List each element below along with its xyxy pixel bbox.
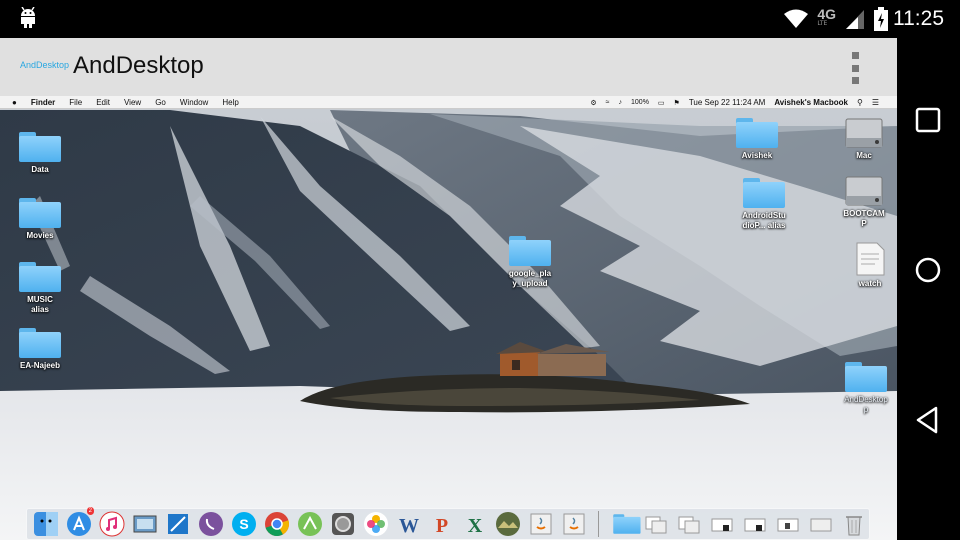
dock-finder-icon[interactable] <box>31 509 61 539</box>
dock-stack-6-icon[interactable] <box>806 509 836 539</box>
android-nav-bar <box>897 38 960 540</box>
dock-stack-5-icon[interactable] <box>773 509 803 539</box>
dock-skype-icon[interactable]: S <box>229 509 259 539</box>
status-clock: 11:25 <box>893 7 944 30</box>
desktop-folder-movies[interactable]: Movies <box>5 198 75 241</box>
android-status-bar: 4G LTE 11:25 <box>0 0 960 38</box>
dock-java-icon[interactable] <box>526 509 556 539</box>
dock-stack-1-icon[interactable] <box>641 509 671 539</box>
folder-icon <box>19 262 61 292</box>
dock-chrome-icon[interactable] <box>262 509 292 539</box>
desktop-folder-anddesktop[interactable]: AndDesktop p <box>831 362 897 415</box>
cell-signal-icon <box>846 10 864 29</box>
dock-stack-3-icon[interactable] <box>707 509 737 539</box>
desktop-drive-bootcamp[interactable]: BOOTCAM P <box>829 176 897 229</box>
spotlight-search-icon[interactable]: ⚲ <box>857 98 863 107</box>
mac-dock: 2 S W P X <box>26 507 870 540</box>
svg-text:S: S <box>239 516 248 532</box>
app-toolbar: AndDesktop AndDesktop <box>0 38 897 96</box>
dock-preview-icon[interactable] <box>130 509 160 539</box>
dock-trash-icon[interactable] <box>839 509 869 539</box>
app-store-badge: 2 <box>86 507 94 515</box>
dock-downloads-folder-icon[interactable] <box>608 509 641 539</box>
dock-photos-icon[interactable] <box>361 509 391 539</box>
folder-icon <box>845 362 887 392</box>
desktop-folder-data[interactable]: Data <box>5 132 75 175</box>
menu-file[interactable]: File <box>62 96 89 109</box>
menu-help[interactable]: Help <box>215 96 245 109</box>
desktop-folder-androidstudio-alias[interactable]: AndroidStu dioP... alias <box>729 178 799 231</box>
status-menu-icon[interactable]: ⚙ <box>590 99 596 107</box>
menu-go[interactable]: Go <box>148 96 173 109</box>
document-icon <box>856 242 885 276</box>
dock-stack-4-icon[interactable] <box>740 509 770 539</box>
desktop-file-watch[interactable]: watch <box>835 242 897 289</box>
folder-icon <box>509 236 551 266</box>
dock-android-studio-icon[interactable] <box>295 509 325 539</box>
folder-icon <box>19 132 61 162</box>
mac-wifi-icon[interactable]: ≈ <box>606 99 610 106</box>
dock-word-icon[interactable]: W <box>394 509 424 539</box>
android-robot-icon <box>21 7 35 28</box>
dock-viber-icon[interactable] <box>196 509 226 539</box>
flag-icon[interactable]: ⚑ <box>674 99 680 107</box>
network-sub-label: LTE <box>817 20 828 27</box>
desktop-folder-google-play-upload[interactable]: google_pla y_upload <box>495 236 565 289</box>
notification-center-icon[interactable]: ☰ <box>872 98 879 107</box>
folder-icon <box>743 178 785 208</box>
overflow-menu-icon[interactable] <box>849 52 861 84</box>
recents-button[interactable] <box>910 102 946 138</box>
desktop-folder-avishek[interactable]: Avishek <box>722 118 792 161</box>
svg-text:P: P <box>436 515 448 537</box>
hard-drive-icon <box>845 118 883 148</box>
network-type-label: 4G <box>817 6 836 22</box>
menu-window[interactable]: Window <box>173 96 215 109</box>
dock-xcode-icon[interactable] <box>163 509 193 539</box>
desktop-drive-mac[interactable]: Mac <box>829 118 897 161</box>
mac-date-time[interactable]: Tue Sep 22 11:24 AM <box>689 98 766 107</box>
dock-powerpoint-icon[interactable]: P <box>427 509 457 539</box>
dock-itunes-icon[interactable] <box>97 509 127 539</box>
dock-separator <box>598 511 599 537</box>
mac-menubar: ● Finder File Edit View Go Window Help ⚙… <box>0 96 897 109</box>
mountain-wallpaper <box>0 96 897 540</box>
menu-finder[interactable]: Finder <box>24 96 62 109</box>
folder-icon <box>19 198 61 228</box>
hard-drive-icon <box>845 176 883 206</box>
dock-maps-icon[interactable] <box>493 509 523 539</box>
dock-java-2-icon[interactable] <box>559 509 589 539</box>
svg-text:W: W <box>399 515 419 537</box>
remote-desktop-view[interactable]: ● Finder File Edit View Go Window Help ⚙… <box>0 96 897 540</box>
app-logo: AndDesktop <box>20 60 70 70</box>
mac-battery-icon: ▭ <box>657 99 665 107</box>
folder-icon <box>736 118 778 148</box>
home-button[interactable] <box>910 252 946 288</box>
volume-icon[interactable]: ♪ <box>619 99 623 106</box>
mac-user-name[interactable]: Avishek's Macbook <box>774 98 848 107</box>
dock-system-preferences-icon[interactable] <box>328 509 358 539</box>
dock-app-store-icon[interactable]: 2 <box>64 507 94 539</box>
svg-text:X: X <box>468 515 483 537</box>
desktop-folder-ea-najeeb[interactable]: EA-Najeeb <box>5 328 75 371</box>
dock-stack-2-icon[interactable] <box>674 509 704 539</box>
menu-view[interactable]: View <box>117 96 148 109</box>
menu-edit[interactable]: Edit <box>89 96 117 109</box>
back-button[interactable] <box>910 402 946 438</box>
battery-percent[interactable]: 100% <box>631 99 649 106</box>
app-title: AndDesktop <box>73 52 204 79</box>
desktop-folder-music-alias[interactable]: MUSIC alias <box>5 262 75 315</box>
folder-icon <box>19 328 61 358</box>
apple-menu-icon[interactable]: ● <box>0 96 24 109</box>
wifi-icon <box>784 9 809 28</box>
dock-excel-icon[interactable]: X <box>460 509 490 539</box>
battery-icon <box>874 7 888 31</box>
